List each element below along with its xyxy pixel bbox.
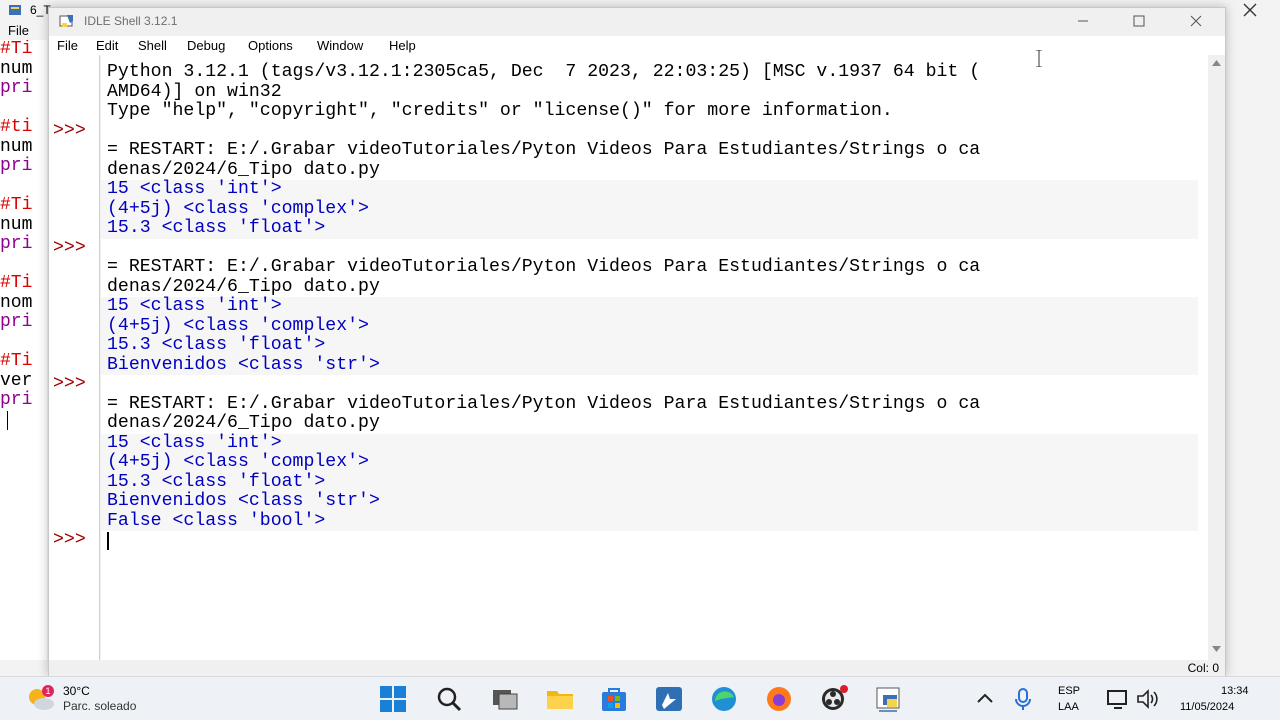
- info-line: = RESTART: E:/.Grabar videoTutoriales/Py…: [107, 140, 981, 160]
- close-icon[interactable]: [1186, 12, 1206, 30]
- status-bar: Col: 0: [49, 660, 1225, 677]
- output-line: 15 <class 'int'>: [107, 179, 282, 199]
- info-line: denas/2024/6_Tipo dato.py: [107, 159, 380, 180]
- clock-time[interactable]: 13:34: [1221, 685, 1249, 697]
- volume-icon[interactable]: [1133, 685, 1163, 713]
- shell-prompt: >>>: [53, 530, 86, 550]
- scroll-up-arrow-icon[interactable]: [1212, 59, 1221, 67]
- code-line: #Ti: [0, 195, 33, 215]
- menu-debug[interactable]: Debug: [187, 38, 225, 53]
- info-line: Type "help", "copyright", "credits" or "…: [107, 101, 893, 121]
- shell-title: IDLE Shell 3.12.1: [84, 14, 178, 28]
- idle-app-icon: [59, 15, 73, 27]
- code-line: #Ti: [0, 40, 33, 59]
- code-line: nom: [0, 292, 33, 313]
- info-line: Python 3.12.1 (tags/v3.12.1:2305ca5, Dec…: [107, 62, 981, 82]
- taskbar: 1 30°C Parc. soleado ESP LAA 13:34 11/05…: [0, 676, 1280, 720]
- code-line: num: [0, 58, 33, 79]
- firefox-icon[interactable]: [764, 685, 794, 713]
- text-cursor-icon: [1036, 50, 1042, 67]
- weather-description[interactable]: Parc. soleado: [63, 699, 136, 713]
- chevron-up-icon[interactable]: [970, 685, 1000, 713]
- code-line: #Ti: [0, 273, 33, 293]
- maximize-icon[interactable]: [1129, 12, 1149, 30]
- output-line: (4+5j) <class 'complex'>: [107, 198, 369, 219]
- code-line: num: [0, 136, 33, 157]
- scroll-down-arrow-icon[interactable]: [1212, 645, 1221, 653]
- minimize-icon[interactable]: [1073, 12, 1093, 30]
- shell-prompt: >>>: [53, 120, 86, 141]
- task-view-icon[interactable]: [490, 685, 520, 713]
- info-line: AMD64)] on win32: [107, 81, 282, 102]
- edge-icon[interactable]: [709, 685, 739, 713]
- keyboard-layout[interactable]: LAA: [1058, 701, 1079, 713]
- keyboard-language[interactable]: ESP: [1058, 685, 1080, 697]
- clock-date[interactable]: 11/05/2024: [1180, 701, 1234, 713]
- output-line: (4+5j) <class 'complex'>: [107, 452, 369, 472]
- code-line: ver: [0, 370, 33, 391]
- file-explorer-icon[interactable]: [545, 685, 575, 713]
- windows-start-icon[interactable]: [378, 685, 408, 713]
- info-line: = RESTART: E:/.Grabar videoTutoriales/Py…: [107, 257, 981, 277]
- output-line: 15.3 <class 'float'>: [107, 218, 326, 238]
- code-line: pri: [0, 78, 33, 98]
- text-caret: [107, 532, 109, 550]
- store-icon[interactable]: [599, 685, 629, 713]
- vertical-scrollbar[interactable]: [1208, 55, 1225, 660]
- python-idle-icon[interactable]: [873, 685, 903, 713]
- code-line: #Ti: [0, 351, 33, 371]
- search-icon[interactable]: [434, 685, 464, 713]
- output-line: Bienvenidos <class 'str'>: [107, 491, 380, 511]
- shell-titlebar[interactable]: IDLE Shell 3.12.1: [49, 8, 1225, 35]
- menu-edit[interactable]: Edit: [96, 38, 118, 53]
- output-line: 15.3 <class 'float'>: [107, 335, 326, 355]
- output-line: False <class 'bool'>: [107, 510, 326, 531]
- menu-file[interactable]: File: [57, 38, 78, 53]
- obs-icon[interactable]: [818, 685, 848, 713]
- idle-shell-window[interactable]: IDLE Shell 3.12.1 File Edit Shell Debug …: [48, 7, 1226, 677]
- weather-badge-count: 1: [45, 686, 50, 696]
- shell-prompt: >>>: [53, 237, 86, 258]
- info-line: denas/2024/6_Tipo dato.py: [107, 276, 380, 297]
- output-line: (4+5j) <class 'complex'>: [107, 315, 369, 336]
- output-line: 15 <class 'int'>: [107, 432, 282, 453]
- code-line: num: [0, 214, 33, 235]
- output-line: 15.3 <class 'float'>: [107, 471, 326, 492]
- editor-caret: [7, 410, 8, 430]
- code-line: pri: [0, 156, 33, 176]
- weather-sun-cloud-icon[interactable]: 1: [24, 684, 56, 714]
- menu-shell[interactable]: Shell: [138, 38, 167, 53]
- info-line: = RESTART: E:/.Grabar videoTutoriales/Py…: [107, 393, 981, 414]
- network-icon[interactable]: [1104, 685, 1134, 713]
- info-line: denas/2024/6_Tipo dato.py: [107, 413, 380, 433]
- background-code-area[interactable]: #Ti num pri #ti num pri #Ti num pri #Ti nom pri #Ti v…: [0, 40, 47, 660]
- python-file-icon: [9, 5, 21, 15]
- menu-window[interactable]: Window: [317, 38, 363, 53]
- status-column: Col: 0: [1187, 661, 1219, 675]
- weather-temperature[interactable]: 30°C: [63, 684, 90, 698]
- close-icon[interactable]: [1240, 0, 1260, 20]
- microphone-icon[interactable]: [1008, 685, 1038, 713]
- menu-help[interactable]: Help: [389, 38, 416, 53]
- prompt-gutter: >>> >>> >>> >>>: [49, 55, 100, 660]
- shell-prompt: >>>: [53, 374, 86, 394]
- shell-menubar: File Edit Shell Debug Options Window Hel…: [49, 36, 1225, 56]
- background-menu-file[interactable]: File: [8, 23, 29, 38]
- output-line: Bienvenidos <class 'str'>: [107, 354, 380, 375]
- vscode-icon[interactable]: [654, 685, 684, 713]
- menu-options[interactable]: Options: [248, 38, 293, 53]
- code-line: #ti: [0, 117, 33, 137]
- code-line: pri: [0, 390, 33, 410]
- shell-text-area[interactable]: Python 3.12.1 (tags/v3.12.1:2305ca5, Dec…: [101, 55, 1208, 660]
- output-line: 15 <class 'int'>: [107, 296, 282, 316]
- code-line: pri: [0, 234, 33, 254]
- code-line: pri: [0, 312, 33, 332]
